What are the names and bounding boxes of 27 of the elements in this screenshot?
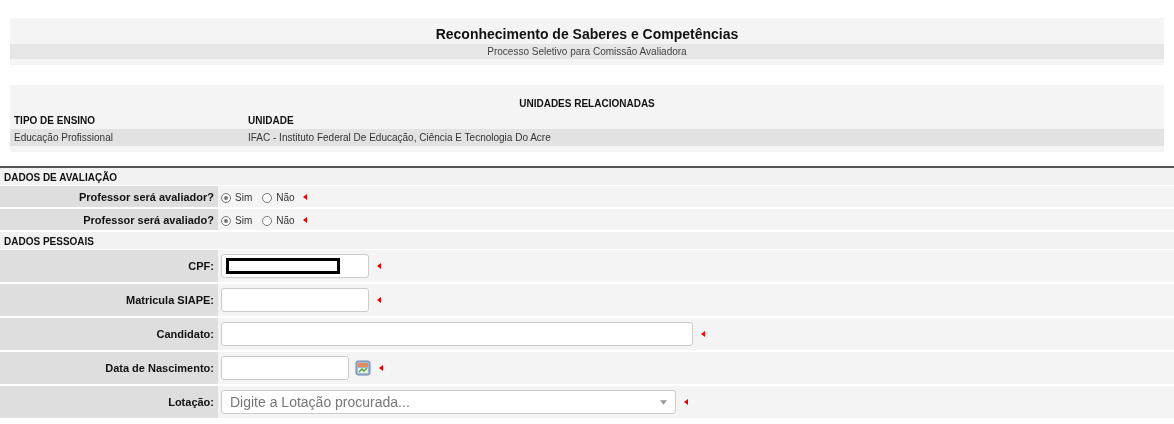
radio-option[interactable]: Não bbox=[262, 190, 295, 203]
radio-option[interactable]: Não bbox=[262, 213, 295, 226]
page-title: Reconhecimento de Saberes e Competências bbox=[434, 26, 740, 42]
table-cell: IFAC - Instituto Federal De Educação, Ciência E Tecnologia Do Acre bbox=[248, 132, 551, 143]
table-cell-text: Educação Profissional bbox=[13, 132, 114, 143]
section-header: DADOS PESSOAIS bbox=[0, 232, 1174, 250]
column-header: UNIDADE bbox=[248, 115, 294, 126]
radio-option[interactable]: Sim bbox=[221, 190, 253, 203]
field-label: CPF: bbox=[0, 250, 218, 282]
table-title: UNIDADES RELACIONADAS bbox=[518, 97, 656, 111]
field-label: Matricula SIAPE: bbox=[0, 284, 218, 316]
column-header: TIPO DE ENSINO bbox=[13, 115, 97, 126]
date-field[interactable] bbox=[221, 356, 349, 380]
search-select[interactable]: Digite a Lotação procurada... bbox=[221, 390, 676, 414]
calendar-icon[interactable] bbox=[355, 360, 371, 376]
section-header: DADOS DE AVALIAÇÃO bbox=[0, 168, 1174, 186]
input-field[interactable] bbox=[221, 322, 693, 346]
field-label: Professor será avaliado? bbox=[0, 209, 218, 230]
input-field[interactable] bbox=[221, 254, 369, 278]
field-label: Data de Nascimento: bbox=[0, 352, 218, 384]
field-label: Lotação: bbox=[0, 386, 218, 418]
page-subtitle: Processo Seletivo para Comissão Avaliadora bbox=[10, 44, 1164, 59]
caret-icon bbox=[660, 399, 667, 405]
radio-option[interactable]: Sim bbox=[221, 213, 253, 226]
field-label: Professor será avaliador? bbox=[0, 186, 218, 207]
field-label: Candidato: bbox=[0, 318, 218, 350]
input-field[interactable] bbox=[221, 288, 369, 312]
